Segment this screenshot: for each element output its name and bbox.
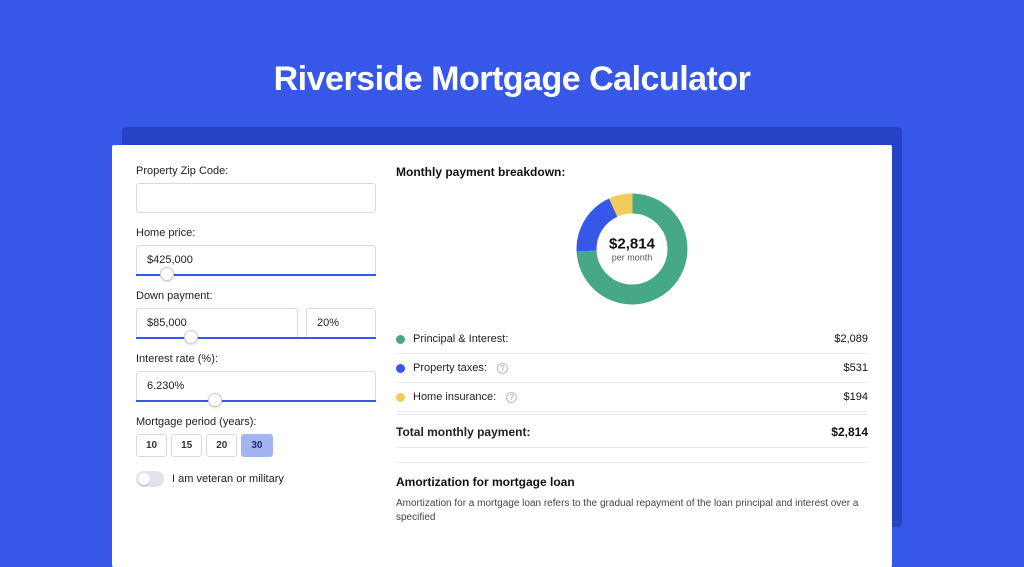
legend-label-insurance: Home insurance: xyxy=(413,391,496,403)
period-option-20[interactable]: 20 xyxy=(206,434,237,457)
price-slider[interactable] xyxy=(136,274,376,276)
rate-input[interactable] xyxy=(136,371,376,401)
downpayment-label: Down payment: xyxy=(136,290,376,302)
donut-center-sub: per month xyxy=(609,253,655,263)
breakdown-column: Monthly payment breakdown: $2,814 per mo… xyxy=(396,165,868,547)
price-label: Home price: xyxy=(136,227,376,239)
period-option-10[interactable]: 10 xyxy=(136,434,167,457)
amortization-section: Amortization for mortgage loan Amortizat… xyxy=(396,462,868,525)
period-options: 10 15 20 30 xyxy=(136,434,376,457)
period-label: Mortgage period (years): xyxy=(136,416,376,428)
dot-icon xyxy=(396,335,405,344)
legend-row-total: Total monthly payment: $2,814 xyxy=(396,414,868,448)
amortization-text: Amortization for a mortgage loan refers … xyxy=(396,497,868,525)
legend-value-insurance: $194 xyxy=(844,391,868,403)
zip-label: Property Zip Code: xyxy=(136,165,376,177)
downpayment-amount-input[interactable] xyxy=(136,308,298,338)
legend-value-principal: $2,089 xyxy=(834,333,868,345)
downpayment-percent-input[interactable] xyxy=(306,308,376,338)
legend-row-insurance: Home insurance: ? $194 xyxy=(396,383,868,412)
panel-backdrop: Property Zip Code: Home price: Down paym… xyxy=(122,127,902,527)
veteran-label: I am veteran or military xyxy=(172,473,284,485)
info-icon[interactable]: ? xyxy=(497,363,508,374)
dot-icon xyxy=(396,364,405,373)
breakdown-title: Monthly payment breakdown: xyxy=(396,165,868,179)
page-title: Riverside Mortgage Calculator xyxy=(0,60,1024,99)
legend-label-principal: Principal & Interest: xyxy=(413,333,508,345)
veteran-toggle[interactable] xyxy=(136,471,164,487)
downpayment-slider-thumb[interactable] xyxy=(184,330,198,344)
total-label: Total monthly payment: xyxy=(396,425,530,439)
downpayment-slider[interactable] xyxy=(136,337,376,339)
rate-slider-thumb[interactable] xyxy=(208,393,222,407)
inputs-column: Property Zip Code: Home price: Down paym… xyxy=(136,165,376,547)
dot-icon xyxy=(396,393,405,402)
payment-donut-chart: $2,814 per month xyxy=(572,189,692,309)
legend-row-principal: Principal & Interest: $2,089 xyxy=(396,325,868,354)
info-icon[interactable]: ? xyxy=(506,392,517,403)
donut-center-amount: $2,814 xyxy=(609,236,655,253)
legend-row-taxes: Property taxes: ? $531 xyxy=(396,354,868,383)
legend-label-taxes: Property taxes: xyxy=(413,362,487,374)
amortization-title: Amortization for mortgage loan xyxy=(396,475,868,489)
total-value: $2,814 xyxy=(831,425,868,439)
period-option-30[interactable]: 30 xyxy=(241,434,272,457)
price-slider-thumb[interactable] xyxy=(160,267,174,281)
rate-label: Interest rate (%): xyxy=(136,353,376,365)
calculator-panel: Property Zip Code: Home price: Down paym… xyxy=(112,145,892,567)
zip-input[interactable] xyxy=(136,183,376,213)
rate-slider[interactable] xyxy=(136,400,376,402)
period-option-15[interactable]: 15 xyxy=(171,434,202,457)
legend-value-taxes: $531 xyxy=(844,362,868,374)
